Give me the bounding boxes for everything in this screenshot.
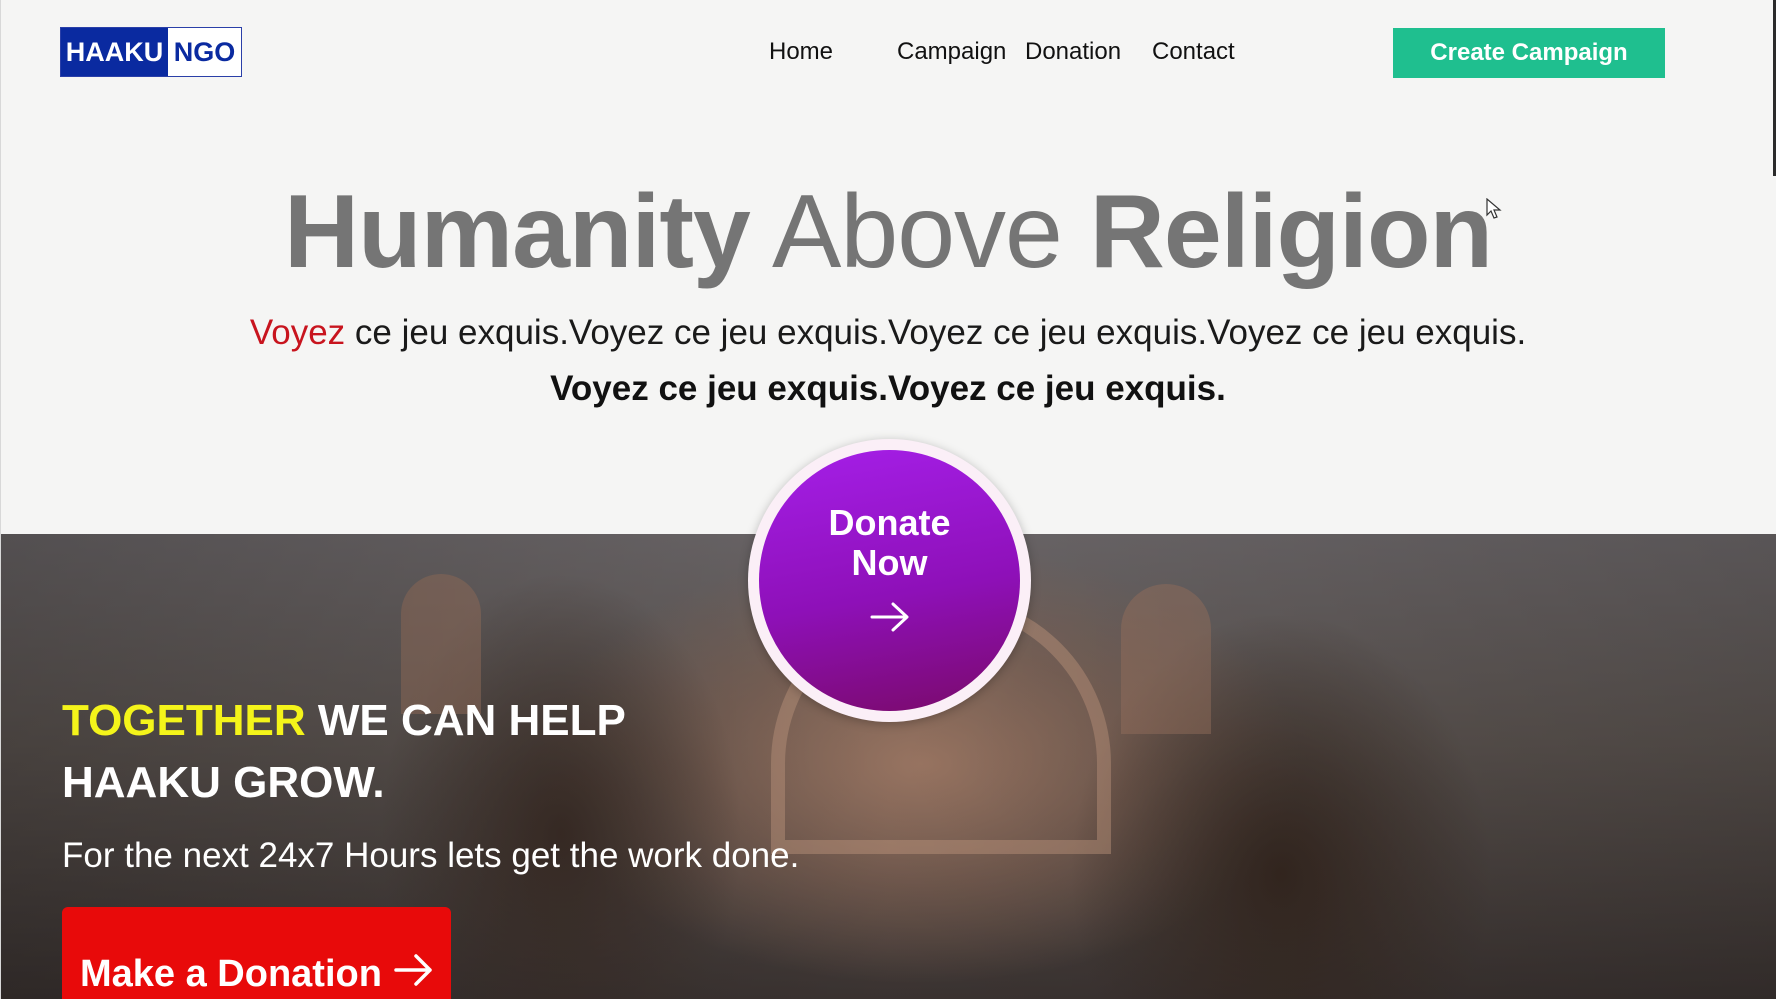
nav-campaign[interactable]: Campaign: [897, 36, 1006, 68]
banner-subtitle: For the next 24x7 Hours lets get the wor…: [62, 836, 800, 875]
donate-now-label: Donate Now: [828, 503, 950, 583]
nav-donation[interactable]: Donation: [1025, 36, 1121, 68]
hero-subtitle-highlight: Voyez: [249, 313, 346, 352]
hero-subtitle-bold: Voyez ce jeu exquis.Voyez ce jeu exquis.: [550, 369, 1226, 408]
hero-title: Humanity Above Religion: [0, 172, 1776, 292]
mouse-cursor-icon: [1486, 197, 1502, 225]
banner-title: TOGETHER WE CAN HELP HAAKU GROW.: [62, 690, 626, 814]
donate-now-line1: Donate: [828, 502, 951, 543]
donate-now-line2: Now: [851, 542, 928, 583]
donate-now-button[interactable]: Donate Now: [759, 450, 1020, 711]
hero-title-word-religion: Religion: [1089, 174, 1493, 290]
banner-title-line1-rest: WE CAN HELP: [305, 696, 626, 745]
hero-title-word-humanity: Humanity: [283, 174, 751, 290]
create-campaign-button[interactable]: Create Campaign: [1393, 28, 1665, 78]
nav-home[interactable]: Home: [769, 36, 833, 68]
hero-title-word-above: Above: [771, 174, 1063, 290]
donate-now-ring: Donate Now: [748, 439, 1031, 722]
hero-subtitle: Voyez ce jeu exquis.Voyez ce jeu exquis.…: [0, 311, 1776, 355]
banner-title-line2: HAAKU GROW.: [62, 758, 385, 807]
logo-part-haaku: HAAKU: [61, 28, 168, 76]
banner-title-highlight: TOGETHER: [62, 696, 306, 745]
logo-part-ngo: NGO: [173, 36, 236, 67]
logo[interactable]: HAAKU NGO: [60, 27, 242, 77]
arrow-right-icon: [394, 953, 434, 997]
make-donation-button[interactable]: Make a Donation: [62, 907, 451, 999]
nav-contact[interactable]: Contact: [1152, 36, 1235, 68]
make-donation-label: Make a Donation: [80, 953, 382, 995]
arrow-right-icon: [869, 601, 911, 638]
hero-subtitle-rest: ce jeu exquis.Voyez ce jeu exquis.Voyez …: [345, 313, 1527, 352]
